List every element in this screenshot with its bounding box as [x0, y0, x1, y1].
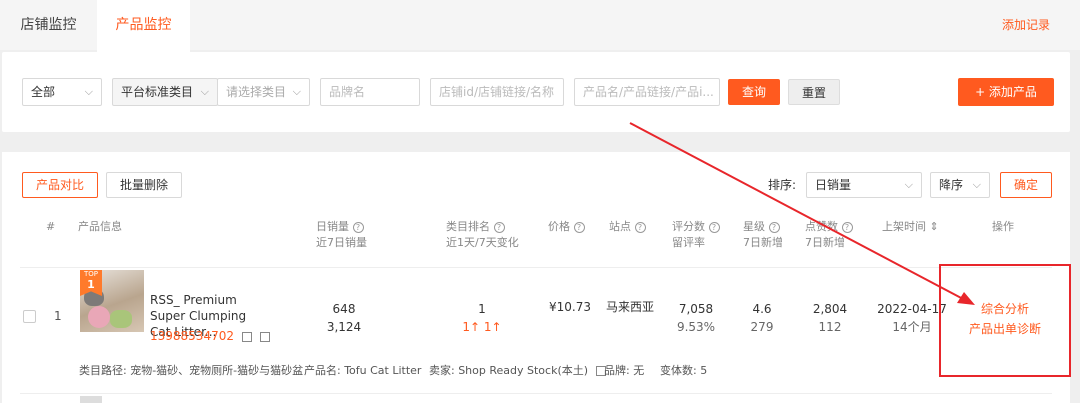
chevron-down-icon: ⌵ — [292, 85, 301, 98]
scope-select[interactable]: 全部 ⌵ — [22, 78, 102, 106]
row-divider — [20, 393, 1052, 394]
col-index: # — [46, 220, 56, 233]
brand-meta: 品牌: 无 — [604, 364, 645, 377]
help-icon: ? — [768, 221, 780, 233]
sort-field-select[interactable]: 日销量 ⌵ — [806, 172, 922, 198]
col-daily-sales[interactable]: 日销量 ? 近7日销量 — [316, 219, 367, 251]
help-icon: ? — [573, 221, 585, 233]
bulk-delete-button[interactable]: 批量删除 — [106, 172, 182, 198]
col-listed-time[interactable]: 上架时间 ⇕ — [882, 219, 939, 235]
header-divider — [20, 267, 1052, 268]
external-link-icon[interactable] — [241, 331, 252, 342]
copy-icon[interactable] — [259, 331, 270, 342]
store-input[interactable]: 店铺id/店铺链接/名称 — [430, 78, 564, 106]
sort-order-value: 降序 — [939, 178, 964, 192]
col-stars[interactable]: 星级 ? 7日新增 — [743, 219, 783, 251]
add-record-link[interactable]: 添加记录 — [1002, 0, 1050, 50]
brand-input[interactable]: 品牌名 — [320, 78, 420, 106]
add-product-button[interactable]: + 添加产品 — [958, 78, 1054, 106]
site-cell: 马来西亚 — [605, 300, 654, 314]
row-checkbox[interactable] — [23, 310, 36, 323]
col-actions: 操作 — [992, 220, 1014, 233]
category-path: 类目路径: 宠物-猫砂、宠物厕所-猫砂与猫砂盆 — [79, 364, 304, 377]
sort-icon: ⇕ — [929, 220, 939, 233]
variants-meta: 变体数: 5 — [660, 364, 708, 377]
listed-time-cell: 2022-04-17 14个月 — [877, 302, 947, 334]
col-likes[interactable]: 点赞数 ? 7日新增 — [805, 219, 853, 251]
confirm-sort-button[interactable]: 确定 — [1000, 172, 1052, 198]
top-tab-bar: 店铺监控 产品监控 添加记录 — [0, 0, 1080, 52]
sort-label: 排序: — [768, 178, 797, 192]
chevron-down-icon: ⌵ — [200, 85, 209, 98]
col-site[interactable]: 站点 ? — [609, 219, 646, 235]
help-icon: ? — [708, 221, 720, 233]
col-price[interactable]: 价格 ? — [548, 219, 585, 235]
compare-button[interactable]: 产品对比 — [22, 172, 98, 198]
row-index: 1 — [54, 309, 62, 323]
likes-cell: 2,804 112 — [812, 302, 848, 334]
reset-button[interactable]: 重置 — [788, 79, 840, 105]
help-icon: ? — [841, 221, 853, 233]
category-rank-cell: 1 1↑ 1↑ — [462, 302, 502, 334]
col-product-info: 产品信息 — [78, 220, 122, 233]
chevron-down-icon: ⌵ — [84, 85, 93, 98]
chevron-down-icon: ⌵ — [972, 178, 981, 191]
category-type-select[interactable]: 平台标准类目 ⌵ — [112, 78, 218, 106]
category-placeholder: 请选择类目 — [226, 85, 287, 99]
col-category-rank[interactable]: 类目排名 ? 近1天/7天变化 — [446, 219, 519, 251]
next-row-thumbnail — [80, 396, 102, 403]
query-button[interactable]: 查询 — [728, 79, 780, 105]
highlight-box — [939, 264, 1071, 377]
col-ratings[interactable]: 评分数 ? 留评率 — [672, 219, 720, 251]
chevron-down-icon: ⌵ — [904, 178, 913, 191]
tab-product-monitor[interactable]: 产品监控 — [97, 0, 190, 52]
tab-store-monitor[interactable]: 店铺监控 — [0, 0, 97, 50]
sort-field-value: 日销量 — [815, 178, 852, 192]
sort-order-select[interactable]: 降序 ⌵ — [930, 172, 990, 198]
product-id[interactable]: 13988534702 — [150, 329, 270, 343]
seller-meta[interactable]: 卖家: Shop Ready Stock(本土) — [429, 362, 606, 378]
stars-cell: 4.6 279 — [750, 302, 774, 334]
product-name-meta: 产品名: Tofu Cat Litter — [304, 364, 422, 377]
category-type-value: 平台标准类目 — [121, 85, 194, 99]
scope-select-value: 全部 — [31, 85, 56, 99]
help-icon: ? — [352, 221, 364, 233]
category-select[interactable]: 请选择类目 ⌵ — [217, 78, 310, 106]
ratings-cell: 7,058 9.53% — [676, 302, 716, 334]
price-cell: ¥10.73 — [549, 300, 591, 314]
product-input[interactable]: 产品名/产品链接/产品i... — [574, 78, 720, 106]
product-list-panel: 产品对比 批量删除 排序: 日销量 ⌵ 降序 ⌵ 确定 # 产品信息 日销量 ?… — [2, 152, 1070, 403]
filter-panel: 全部 ⌵ 平台标准类目 ⌵ 请选择类目 ⌵ 品牌名 店铺id/店铺链接/名称 产… — [2, 52, 1070, 132]
help-icon: ? — [634, 221, 646, 233]
help-icon: ? — [493, 221, 505, 233]
daily-sales-cell: 648 3,124 — [326, 302, 362, 334]
